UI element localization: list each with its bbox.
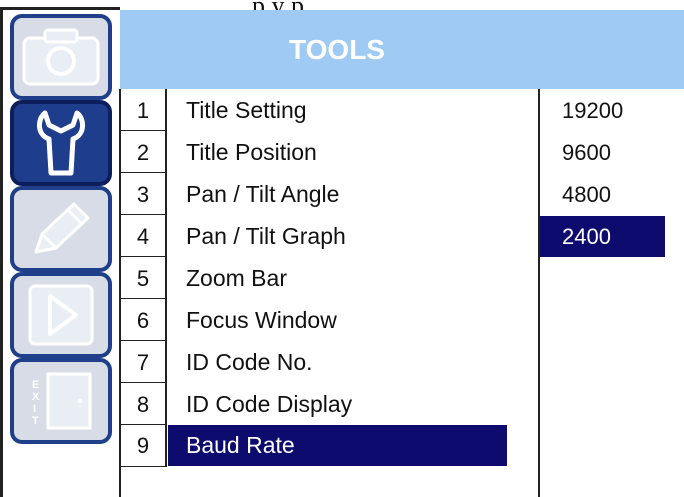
svg-text:T: T <box>32 415 39 427</box>
menu-item-label: Focus Window <box>186 307 337 333</box>
svg-text:X: X <box>32 391 40 403</box>
row-divider <box>120 466 166 467</box>
frame-left-border <box>0 7 3 497</box>
pencil-icon <box>26 198 96 260</box>
menu-item-number: 5 <box>136 265 150 291</box>
menu-item-pan-tilt-graph[interactable]: 4 Pan / Tilt Graph <box>120 216 538 257</box>
menu-item-title-setting[interactable]: 1 Title Setting <box>120 90 538 131</box>
header-bar: TOOLS <box>120 10 684 89</box>
menu-item-number: 9 <box>136 432 150 458</box>
tab-tools[interactable] <box>10 100 112 186</box>
menu-item-label: Title Position <box>186 139 317 165</box>
play-icon <box>26 282 96 348</box>
menu-item-title-position[interactable]: 2 Title Position <box>120 132 538 173</box>
menu-item-number: 3 <box>136 181 150 207</box>
frame-top-border <box>0 7 120 10</box>
page-title: TOOLS <box>289 33 385 65</box>
menu-item-number: 8 <box>136 391 150 417</box>
menu-item-label: ID Code No. <box>186 349 313 375</box>
menu-item-number: 7 <box>136 349 150 375</box>
menu-item-label: Baud Rate <box>168 425 507 466</box>
menu-item-pan-tilt-angle[interactable]: 3 Pan / Tilt Angle <box>120 174 538 215</box>
option-19200[interactable]: 19200 <box>540 90 684 131</box>
menu-item-id-code-display[interactable]: 8 ID Code Display <box>120 384 538 425</box>
option-9600[interactable]: 9600 <box>540 132 684 173</box>
tab-edit[interactable] <box>10 186 112 272</box>
exit-icon: E X I T <box>26 368 96 434</box>
option-4800[interactable]: 4800 <box>540 174 684 215</box>
wrench-icon <box>31 107 91 179</box>
menu-item-number: 1 <box>136 97 150 123</box>
menu-item-label: ID Code Display <box>186 391 353 417</box>
tab-exit[interactable]: E X I T <box>10 358 112 444</box>
svg-text:I: I <box>33 403 36 415</box>
tab-play[interactable] <box>10 272 112 358</box>
menu-item-number: 6 <box>136 307 150 333</box>
menu-item-id-code-no[interactable]: 7 ID Code No. <box>120 342 538 383</box>
camera-icon <box>21 26 101 88</box>
menu-item-label: Pan / Tilt Angle <box>186 181 340 207</box>
svg-text:E: E <box>32 379 39 391</box>
menu-item-number: 2 <box>136 139 150 165</box>
tab-camera[interactable] <box>10 14 112 100</box>
menu-item-focus-window[interactable]: 6 Focus Window <box>120 300 538 341</box>
menu-item-label: Title Setting <box>186 97 307 123</box>
menu-item-number: 4 <box>136 223 150 249</box>
option-2400[interactable]: 2400 <box>540 216 665 257</box>
menu-item-baud-rate[interactable]: 9 Baud Rate <box>120 425 538 466</box>
menu-item-label: Zoom Bar <box>186 265 287 291</box>
menu-item-label: Pan / Tilt Graph <box>186 223 346 249</box>
menu-item-zoom-bar[interactable]: 5 Zoom Bar <box>120 258 538 299</box>
